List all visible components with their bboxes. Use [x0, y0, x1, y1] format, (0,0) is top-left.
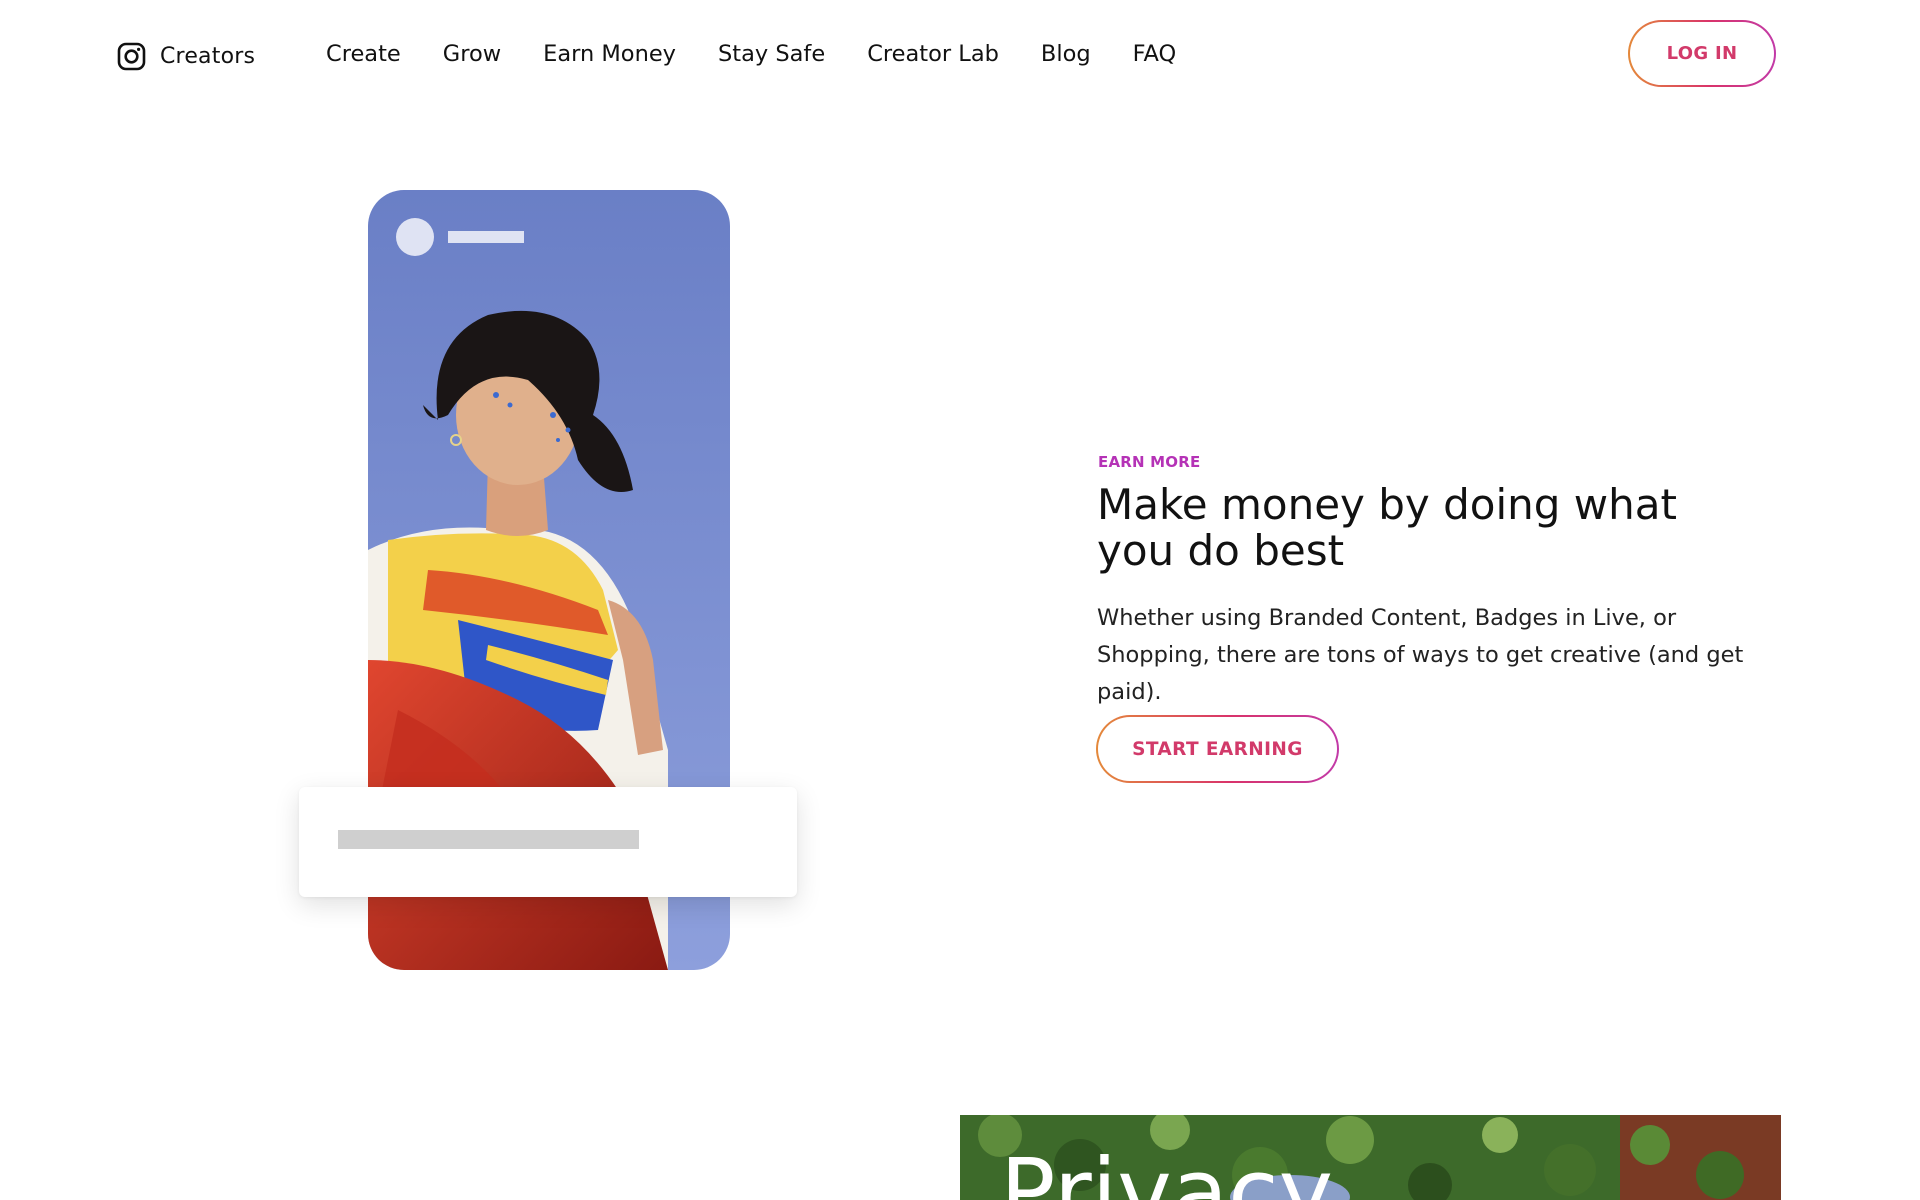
caption-placeholder — [338, 830, 639, 849]
instagram-icon — [117, 42, 146, 70]
login-button[interactable]: LOG IN — [1628, 20, 1776, 87]
privacy-section-banner: Privacy — [960, 1115, 1781, 1200]
username-placeholder — [448, 231, 524, 243]
brand-logo[interactable]: Creators — [117, 40, 255, 72]
start-earning-button[interactable]: START EARNING — [1096, 715, 1339, 783]
caption-card — [299, 787, 797, 897]
section-eyebrow: EARN MORE — [1098, 453, 1201, 471]
nav-item-stay-safe[interactable]: Stay Safe — [718, 38, 825, 70]
hero-headline: Make money by doing what you do best — [1097, 480, 1677, 575]
nav-item-earn-money[interactable]: Earn Money — [543, 38, 676, 70]
avatar — [396, 218, 434, 256]
nav-item-create[interactable]: Create — [326, 38, 401, 70]
main-nav: Create Grow Earn Money Stay Safe Creator… — [326, 38, 1218, 70]
brand-name: Creators — [160, 43, 256, 69]
nav-item-creator-lab[interactable]: Creator Lab — [867, 38, 999, 70]
page: Creators Create Grow Earn Money Stay Saf… — [0, 0, 1920, 1200]
nav-item-grow[interactable]: Grow — [443, 38, 501, 70]
nav-item-blog[interactable]: Blog — [1041, 38, 1091, 70]
nav-item-faq[interactable]: FAQ — [1133, 38, 1177, 70]
privacy-section-title: Privacy — [1000, 1139, 1334, 1200]
hero-description: Whether using Branded Content, Badges in… — [1097, 605, 1744, 705]
